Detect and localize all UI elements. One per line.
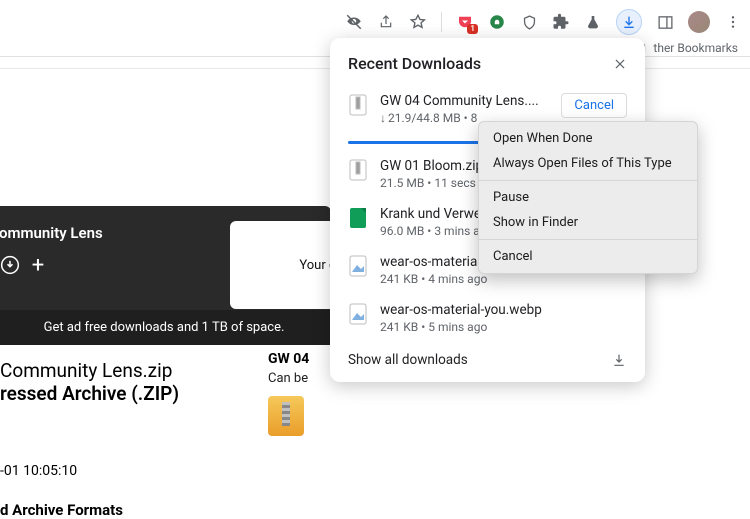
- download-context-menu: Open When Done Always Open Files of This…: [478, 121, 698, 274]
- green-doc-icon: [348, 208, 368, 228]
- plus-icon[interactable]: +: [27, 254, 49, 276]
- menu-separator: [479, 239, 697, 240]
- zip-archive-icon: [268, 396, 304, 436]
- file-type: ressed Archive (.ZIP): [0, 382, 179, 405]
- file-name: Community Lens.zip: [0, 359, 179, 382]
- download-circle-icon[interactable]: [0, 254, 21, 276]
- share-icon[interactable]: [377, 13, 395, 31]
- side-panel-icon[interactable]: [656, 13, 674, 31]
- close-icon[interactable]: [613, 57, 627, 71]
- adblock-icon[interactable]: [488, 13, 506, 31]
- avatar-icon[interactable]: [688, 11, 710, 33]
- download-name: wear-os-material-you.webp: [380, 302, 627, 318]
- download-to-folder-icon[interactable]: [611, 352, 627, 368]
- menu-always-open-type[interactable]: Always Open Files of This Type: [479, 151, 697, 176]
- menu-separator: [479, 180, 697, 181]
- incognito-icon[interactable]: [345, 13, 363, 31]
- zip-file-icon: [348, 95, 368, 115]
- download-sub: 241 KB • 4 mins ago: [380, 272, 627, 286]
- flask-icon[interactable]: [584, 13, 602, 31]
- downloads-title: Recent Downloads: [348, 54, 481, 73]
- ad-strip[interactable]: Get ad free downloads and 1 TB of space.: [0, 310, 330, 345]
- menu-cancel[interactable]: Cancel: [479, 244, 697, 269]
- image-file-icon: [348, 256, 368, 276]
- bookmark-bar: ther Bookmarks: [632, 40, 738, 55]
- ad-text: Get ad free downloads and 1 TB of space.: [44, 320, 285, 335]
- pocket-badge: 1: [467, 24, 478, 34]
- browser-toolbar: 1: [345, 8, 742, 36]
- image-file-icon: [348, 304, 368, 324]
- menu-pause[interactable]: Pause: [479, 185, 697, 210]
- archive-heading: d Archive Formats: [0, 501, 179, 519]
- file-timestamp: -01 10:05:10: [0, 463, 179, 479]
- file-details: Community Lens.zip ressed Archive (.ZIP)…: [0, 359, 179, 519]
- toolbar-divider: [441, 12, 442, 32]
- menu-open-when-done[interactable]: Open When Done: [479, 126, 697, 151]
- download-item[interactable]: wear-os-material-you.webp 241 KB • 5 min…: [330, 294, 645, 342]
- show-all-downloads-link[interactable]: Show all downloads: [348, 352, 468, 368]
- cancel-button[interactable]: Cancel: [561, 93, 627, 118]
- extensions-icon[interactable]: [552, 13, 570, 31]
- menu-show-in-finder[interactable]: Show in Finder: [479, 210, 697, 235]
- download-sub: 241 KB • 5 mins ago: [380, 320, 627, 334]
- downloads-icon[interactable]: [616, 9, 642, 35]
- other-bookmarks-label[interactable]: ther Bookmarks: [653, 41, 738, 55]
- shield-icon[interactable]: [520, 13, 538, 31]
- pocket-icon[interactable]: 1: [456, 13, 474, 31]
- star-icon[interactable]: [409, 13, 427, 31]
- kebab-menu-icon[interactable]: [724, 13, 742, 31]
- zip-file-icon: [348, 160, 368, 180]
